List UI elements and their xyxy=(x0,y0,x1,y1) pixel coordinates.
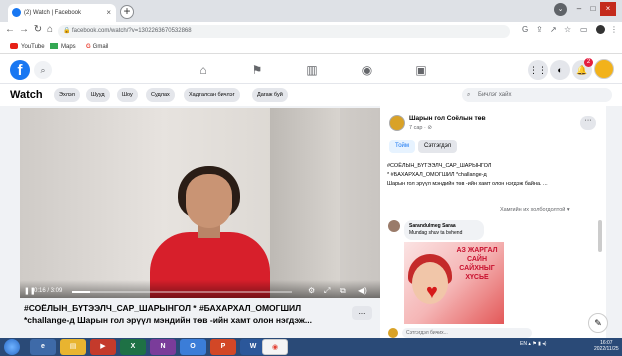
facebook-favicon-icon xyxy=(12,8,21,17)
ie-icon[interactable]: e xyxy=(30,339,56,355)
comment-text: Mundag shuv ta bvhend xyxy=(409,229,463,236)
lock-icon: 🔒 xyxy=(63,28,71,34)
bookmark-youtube[interactable]: YouTube xyxy=(10,41,45,53)
tab-home[interactable]: Эхлэл xyxy=(54,88,80,102)
tab-live[interactable]: Шууд xyxy=(86,88,110,102)
tab-saved[interactable]: Хадгалсан бичлэг xyxy=(184,88,240,102)
bookmark-star-icon[interactable]: ☆ xyxy=(564,25,571,34)
settings-gear-icon[interactable]: ⚙ xyxy=(308,286,315,295)
minimize-icon[interactable]: – xyxy=(572,2,586,16)
facebook-search-icon[interactable]: ⌕ xyxy=(34,61,52,79)
comments-scrollbar[interactable] xyxy=(598,220,602,252)
post-description: #СОЁЛЫН_БҮТЭЭЛЧ_САР_ШАРЫНГОЛ * #БАХАРХАЛ… xyxy=(387,163,548,187)
new-tab-button[interactable]: + xyxy=(120,5,134,19)
onenote-icon[interactable]: N xyxy=(150,339,176,355)
marketplace-icon[interactable]: ▥ xyxy=(301,61,323,79)
bookmarks-bar: YouTube Maps G Gmail xyxy=(0,41,622,54)
comment-sort-dropdown[interactable]: Хамгийн их холбогдолтой ▾ xyxy=(500,207,570,213)
post-options-button[interactable]: ··· xyxy=(580,116,596,130)
forward-arrow-icon[interactable]: → xyxy=(18,24,30,35)
maximize-icon[interactable]: □ xyxy=(586,2,600,16)
comment-image[interactable]: ♥ АЗ ЖАРГАЛ САЙН САЙХНЫГ ХҮСЬЕ xyxy=(404,242,504,324)
share-icon[interactable]: ⇪ xyxy=(536,25,543,34)
video-player[interactable]: ❚❚ 0:16 / 3:09 ⚙ ⤢ ⧉ ◀) xyxy=(20,108,380,298)
new-message-edit-icon[interactable]: ✎ xyxy=(588,313,608,333)
composer-avatar xyxy=(388,328,398,338)
notification-badge: 2 xyxy=(584,58,593,67)
tab-following[interactable]: Дагаж буй xyxy=(252,88,288,102)
address-bar[interactable]: 🔒 facebook.com/watch/?v=1302263670532868 xyxy=(58,25,510,38)
video-progress-bar[interactable] xyxy=(72,291,292,293)
tab-close-icon[interactable]: × xyxy=(106,4,111,22)
tab-shows[interactable]: Шоу xyxy=(117,88,138,102)
start-button-icon[interactable] xyxy=(4,339,20,355)
video-title: #СОЁЛЫН_БҮТЭЭЛЧ_САР_ШАРЫНГОЛ * #БАХАРХАЛ… xyxy=(24,303,313,325)
video-controls: ❚❚ 0:16 / 3:09 ⚙ ⤢ ⧉ ◀) xyxy=(20,280,380,298)
apps-menu-icon[interactable]: ⋮⋮ xyxy=(528,60,548,80)
heart-icon: ♥ xyxy=(426,281,438,303)
youtube-icon xyxy=(10,43,18,50)
groups-icon[interactable]: ◉ xyxy=(356,61,378,79)
close-window-icon[interactable]: × xyxy=(600,2,616,16)
profile-icon[interactable] xyxy=(596,25,605,34)
url-text: facebook.com/watch/?v=1302263670532868 xyxy=(72,28,192,34)
comments-button[interactable]: Сэтгэгдэл xyxy=(418,140,458,153)
gaming-icon[interactable]: ▣ xyxy=(410,61,432,79)
bookmark-gmail[interactable]: G Gmail xyxy=(83,41,108,53)
bookmark-maps[interactable]: Maps xyxy=(50,41,76,53)
maps-icon xyxy=(50,43,58,50)
facebook-top-bar: f ⌕ ⌂ ⚑ ▥ ◉ ▣ ⋮⋮ ◐ 🔔 2 xyxy=(0,54,622,84)
tab-explore[interactable]: Судлах xyxy=(146,88,175,102)
windows-taskbar: e ▤ ▶ X N O P W ◉ EN ▴ ⚑ ▮ ◂) 16:07 2022… xyxy=(0,338,622,356)
video-more-button[interactable]: ... xyxy=(352,306,372,320)
comment-input[interactable]: Сэтгэгдэл бичих... xyxy=(402,328,532,338)
messenger-icon[interactable]: ◐ xyxy=(550,60,570,80)
menu-dots-icon[interactable]: ⋮ xyxy=(610,25,618,34)
pages-flag-icon[interactable]: ⚑ xyxy=(246,61,268,79)
comment-item: Sarandulmeg Saraa Mundag shuv ta bvhend … xyxy=(386,220,596,330)
page-name[interactable]: Шарын гол Соёлын төв xyxy=(409,115,486,122)
comment-composer: Сэтгэгдэл бичих... xyxy=(386,328,596,338)
search-icon: ⌕ xyxy=(467,92,471,98)
comment-bubble: Sarandulmeg Saraa Mundag shuv ta bvhend xyxy=(404,220,484,240)
video-search-input[interactable]: ⌕ Бичлэг хайх xyxy=(462,88,612,102)
taskbar-clock[interactable]: 16:07 2022/11/25 xyxy=(594,340,619,352)
home-nav-icon[interactable]: ⌂ xyxy=(192,61,214,79)
share-page-icon[interactable]: ↗ xyxy=(550,25,557,34)
comment-image-caption: АЗ ЖАРГАЛ САЙН САЙХНЫГ ХҮСЬЕ xyxy=(456,247,498,281)
address-row: ← → ↻ ⌂ 🔒 facebook.com/watch/?v=13022636… xyxy=(0,22,622,41)
overview-button[interactable]: Тойм xyxy=(389,140,416,153)
browser-tab-strip: (2) Watch | Facebook × + ⌄ – □ × xyxy=(0,0,622,22)
commenter-avatar[interactable] xyxy=(388,220,400,232)
browser-tab[interactable]: (2) Watch | Facebook × xyxy=(8,4,116,22)
excel-icon[interactable]: X xyxy=(120,339,146,355)
outlook-icon[interactable]: O xyxy=(180,339,206,355)
video-progress-fill xyxy=(72,291,90,293)
account-avatar[interactable] xyxy=(594,59,614,79)
video-time: 0:16 / 3:09 xyxy=(34,288,63,294)
media-player-icon[interactable]: ▶ xyxy=(90,339,116,355)
chrome-icon[interactable]: ◉ xyxy=(262,339,288,355)
pip-icon[interactable]: ⧉ xyxy=(340,286,346,296)
back-arrow-icon[interactable]: ← xyxy=(4,24,16,35)
page-avatar[interactable] xyxy=(389,115,405,131)
side-panel-icon[interactable]: ▭ xyxy=(580,25,588,34)
reload-icon[interactable]: ↻ xyxy=(32,24,44,35)
tab-search-icon[interactable]: ⌄ xyxy=(554,3,567,16)
page-title: Watch xyxy=(10,89,43,101)
expand-icon[interactable]: ⤢ xyxy=(324,286,330,296)
person-face xyxy=(186,174,232,228)
tab-title: (2) Watch | Facebook xyxy=(24,10,82,16)
window-controls: ⌄ – □ × xyxy=(554,2,616,17)
facebook-logo[interactable]: f xyxy=(10,60,30,80)
google-icon[interactable]: G xyxy=(522,25,528,34)
volume-icon[interactable]: ◀) xyxy=(358,286,367,295)
home-icon[interactable]: ⌂ xyxy=(44,24,56,35)
folder-icon[interactable]: ▤ xyxy=(60,339,86,355)
post-date: 7 сар · ⊘ xyxy=(409,125,432,131)
watch-header: Watch Эхлэл Шууд Шоу Судлах Хадгалсан би… xyxy=(0,84,622,106)
powerpoint-icon[interactable]: P xyxy=(210,339,236,355)
system-tray[interactable]: EN ▴ ⚑ ▮ ◂) xyxy=(520,341,546,347)
